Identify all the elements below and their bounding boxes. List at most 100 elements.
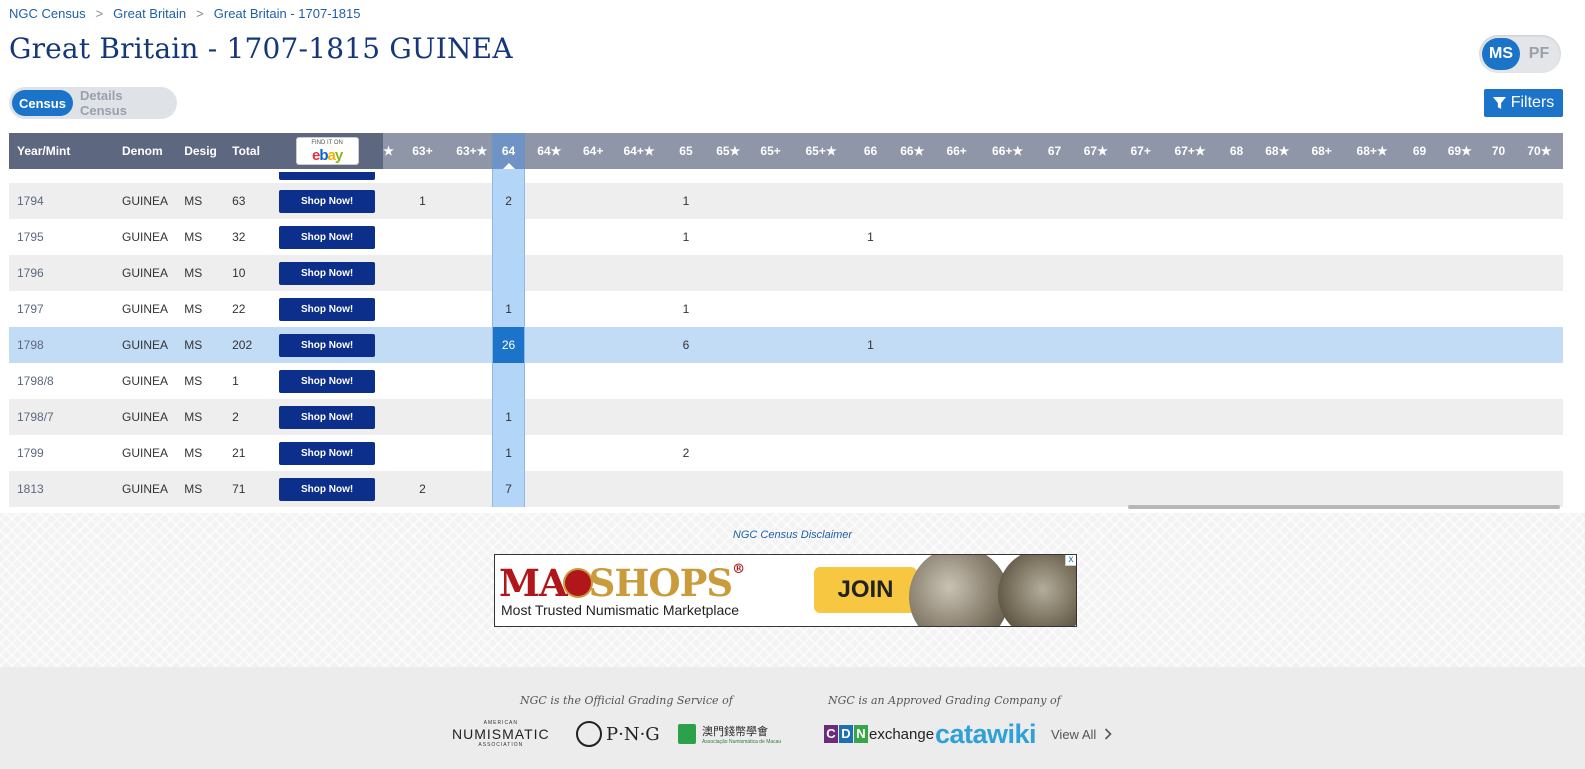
header-grade-68plus-star[interactable]: 68+★: [1343, 133, 1401, 169]
cell-grade-count[interactable]: 7: [491, 471, 526, 507]
header-grade-65plus[interactable]: 65+: [750, 133, 791, 169]
cell-year-mint[interactable]: 1796: [9, 255, 114, 291]
header-grade-70-star[interactable]: 70★: [1515, 133, 1563, 169]
ana-logo[interactable]: AMERICAN NUMISMATIC ASSOCIATION: [452, 717, 550, 751]
cell-grade-count: [451, 183, 492, 219]
header-grade-66[interactable]: 66: [851, 133, 890, 169]
cell-grade-count[interactable]: 1: [666, 183, 707, 219]
cell-grade-count[interactable]: 26: [491, 327, 526, 363]
header-grade-64plus[interactable]: 64+: [573, 133, 613, 169]
cell-grade-count[interactable]: 1: [666, 219, 707, 255]
header-total[interactable]: Total: [224, 133, 272, 169]
cell-year-mint[interactable]: 1799: [9, 435, 114, 471]
header-grade-65plus-star[interactable]: 65+★: [790, 133, 852, 169]
census-disclaimer-link[interactable]: NGC Census Disclaimer: [0, 529, 1585, 541]
header-grade-67-star[interactable]: 67★: [1072, 133, 1120, 169]
cell-grade-count: [750, 291, 791, 327]
cell-grade-count[interactable]: 1: [851, 219, 890, 255]
toggle-pf[interactable]: PF: [1520, 38, 1558, 70]
header-grade-64-star[interactable]: 64★: [524, 133, 574, 169]
tab-census[interactable]: Census: [12, 90, 73, 116]
cell-grade-count[interactable]: 1: [491, 291, 526, 327]
horizontal-scrollbar[interactable]: [1128, 505, 1560, 509]
header-grade-68[interactable]: 68: [1218, 133, 1255, 169]
shop-now-button[interactable]: Shop Now!: [279, 297, 376, 321]
shop-now-button[interactable]: Shop Now!: [279, 261, 376, 285]
cell-grade-count: [393, 219, 451, 255]
header-grade-69-star[interactable]: 69★: [1438, 133, 1482, 169]
cell-year-mint[interactable]: 1797: [9, 291, 114, 327]
toggle-ms[interactable]: MS: [1482, 38, 1520, 70]
ana-logo-bottom: ASSOCIATION: [478, 742, 524, 748]
table-row[interactable]: 1795 GUINEA MS 32 Shop Now! 1 1: [9, 219, 1563, 255]
header-grade-65[interactable]: 65: [665, 133, 707, 169]
breadcrumb-link-great-britain[interactable]: Great Britain: [113, 6, 186, 21]
cell-year-mint[interactable]: 1794: [9, 183, 114, 219]
header-grade-64plus-star[interactable]: 64+★: [612, 133, 666, 169]
table-row[interactable]: 1798/8 GUINEA MS 1 Shop Now!: [9, 363, 1563, 399]
shop-now-button[interactable]: Shop Now!: [279, 225, 376, 249]
view-all-link[interactable]: View All: [1051, 717, 1112, 751]
cell-year-mint[interactable]: 1813: [9, 471, 114, 507]
header-grade-68plus[interactable]: 68+: [1299, 133, 1344, 169]
png-logo[interactable]: P·N·G: [576, 717, 660, 751]
cell-grade-count: [851, 363, 890, 399]
header-year-mint[interactable]: Year/Mint: [9, 133, 115, 169]
table-row[interactable]: 1797 GUINEA MS 22 Shop Now! 1 1: [9, 291, 1563, 327]
cell-grade-count[interactable]: 1: [851, 327, 890, 363]
header-denom[interactable]: Denom: [114, 133, 177, 169]
table-row[interactable]: 1799 GUINEA MS 21 Shop Now! 1 2: [9, 435, 1563, 471]
header-grade-67plus[interactable]: 67+: [1119, 133, 1163, 169]
header-grade-66plus[interactable]: 66+: [934, 133, 979, 169]
cell-grade-count[interactable]: 1: [666, 291, 707, 327]
cell-year-mint[interactable]: 1798/8: [9, 363, 114, 399]
header-grade-64[interactable]: 64: [492, 133, 525, 169]
header-grade-63plus[interactable]: 63+: [393, 133, 452, 169]
cdn-exchange-logo[interactable]: CDN exchange: [824, 717, 934, 751]
header-grade-66plus-star[interactable]: 66+★: [978, 133, 1037, 169]
filters-button[interactable]: Filters: [1484, 89, 1563, 117]
catawiki-logo[interactable]: catawiki: [935, 717, 1037, 751]
shop-now-button[interactable]: Shop Now!: [279, 441, 376, 465]
shop-now-button[interactable]: Shop Now!: [279, 405, 376, 429]
shop-now-button[interactable]: Shop Now!: [279, 369, 376, 393]
header-grade-63plus-star[interactable]: 63+★: [451, 133, 493, 169]
table-row[interactable]: 1798 GUINEA MS 202 Shop Now! 26 6 1: [9, 327, 1563, 363]
macau-numismatic-logo[interactable]: 澳門錢幣學會 Associação Numismática de Macau: [678, 717, 781, 751]
cell-grade-count[interactable]: 1: [393, 183, 451, 219]
tab-details-census[interactable]: Details Census: [73, 88, 174, 118]
shop-now-button[interactable]: Shop Now!: [279, 189, 376, 213]
table-row[interactable]: 1794 GUINEA MS 63 Shop Now! 1 2 1: [9, 183, 1563, 219]
header-grade-67[interactable]: 67: [1036, 133, 1073, 169]
shop-now-button[interactable]: Shop Now!: [279, 333, 376, 357]
ad-join-button[interactable]: JOIN: [814, 567, 917, 613]
cell-year-mint[interactable]: 1798: [9, 327, 114, 363]
cell-grade-count[interactable]: 2: [491, 183, 526, 219]
cell-year-mint[interactable]: 1798/7: [9, 399, 114, 435]
header-grade-70[interactable]: 70: [1481, 133, 1516, 169]
cell-grade-count[interactable]: 6: [666, 327, 707, 363]
table-row[interactable]: 1796 GUINEA MS 10 Shop Now!: [9, 255, 1563, 291]
cell-grade-count[interactable]: 1: [491, 399, 526, 435]
header-grade-65-star[interactable]: 65★: [706, 133, 751, 169]
header-grade-68-star[interactable]: 68★: [1254, 133, 1300, 169]
header-grade-67plus-star[interactable]: 67+★: [1162, 133, 1219, 169]
cell-grade-count[interactable]: 2: [393, 471, 451, 507]
cell-grade-count: [1218, 255, 1255, 291]
cell-grade-count: [1516, 291, 1563, 327]
cell-year-mint[interactable]: 1795: [9, 219, 114, 255]
header-grade-66-star[interactable]: 66★: [889, 133, 935, 169]
header-grade-69[interactable]: 69: [1400, 133, 1439, 169]
breadcrumb-link-ngc-census[interactable]: NGC Census: [9, 6, 86, 21]
ad-close-icon[interactable]: x: [1065, 555, 1076, 566]
shop-now-button[interactable]: Shop Now!: [279, 477, 376, 501]
breadcrumb-link-period[interactable]: Great Britain - 1707-1815: [214, 6, 361, 21]
ma-shops-ad-banner[interactable]: MA SHOPS® Most Trusted Numismatic Marketp…: [494, 554, 1077, 627]
shop-now-button-partial[interactable]: [279, 172, 376, 180]
cell-grade-partial: [383, 255, 393, 291]
table-row[interactable]: 1798/7 GUINEA MS 2 Shop Now! 1: [9, 399, 1563, 435]
table-row[interactable]: 1813 GUINEA MS 71 Shop Now! 2 7: [9, 471, 1563, 507]
cell-grade-count[interactable]: 2: [666, 435, 707, 471]
cell-grade-count[interactable]: 1: [491, 435, 526, 471]
header-desig[interactable]: Desig: [176, 133, 225, 169]
